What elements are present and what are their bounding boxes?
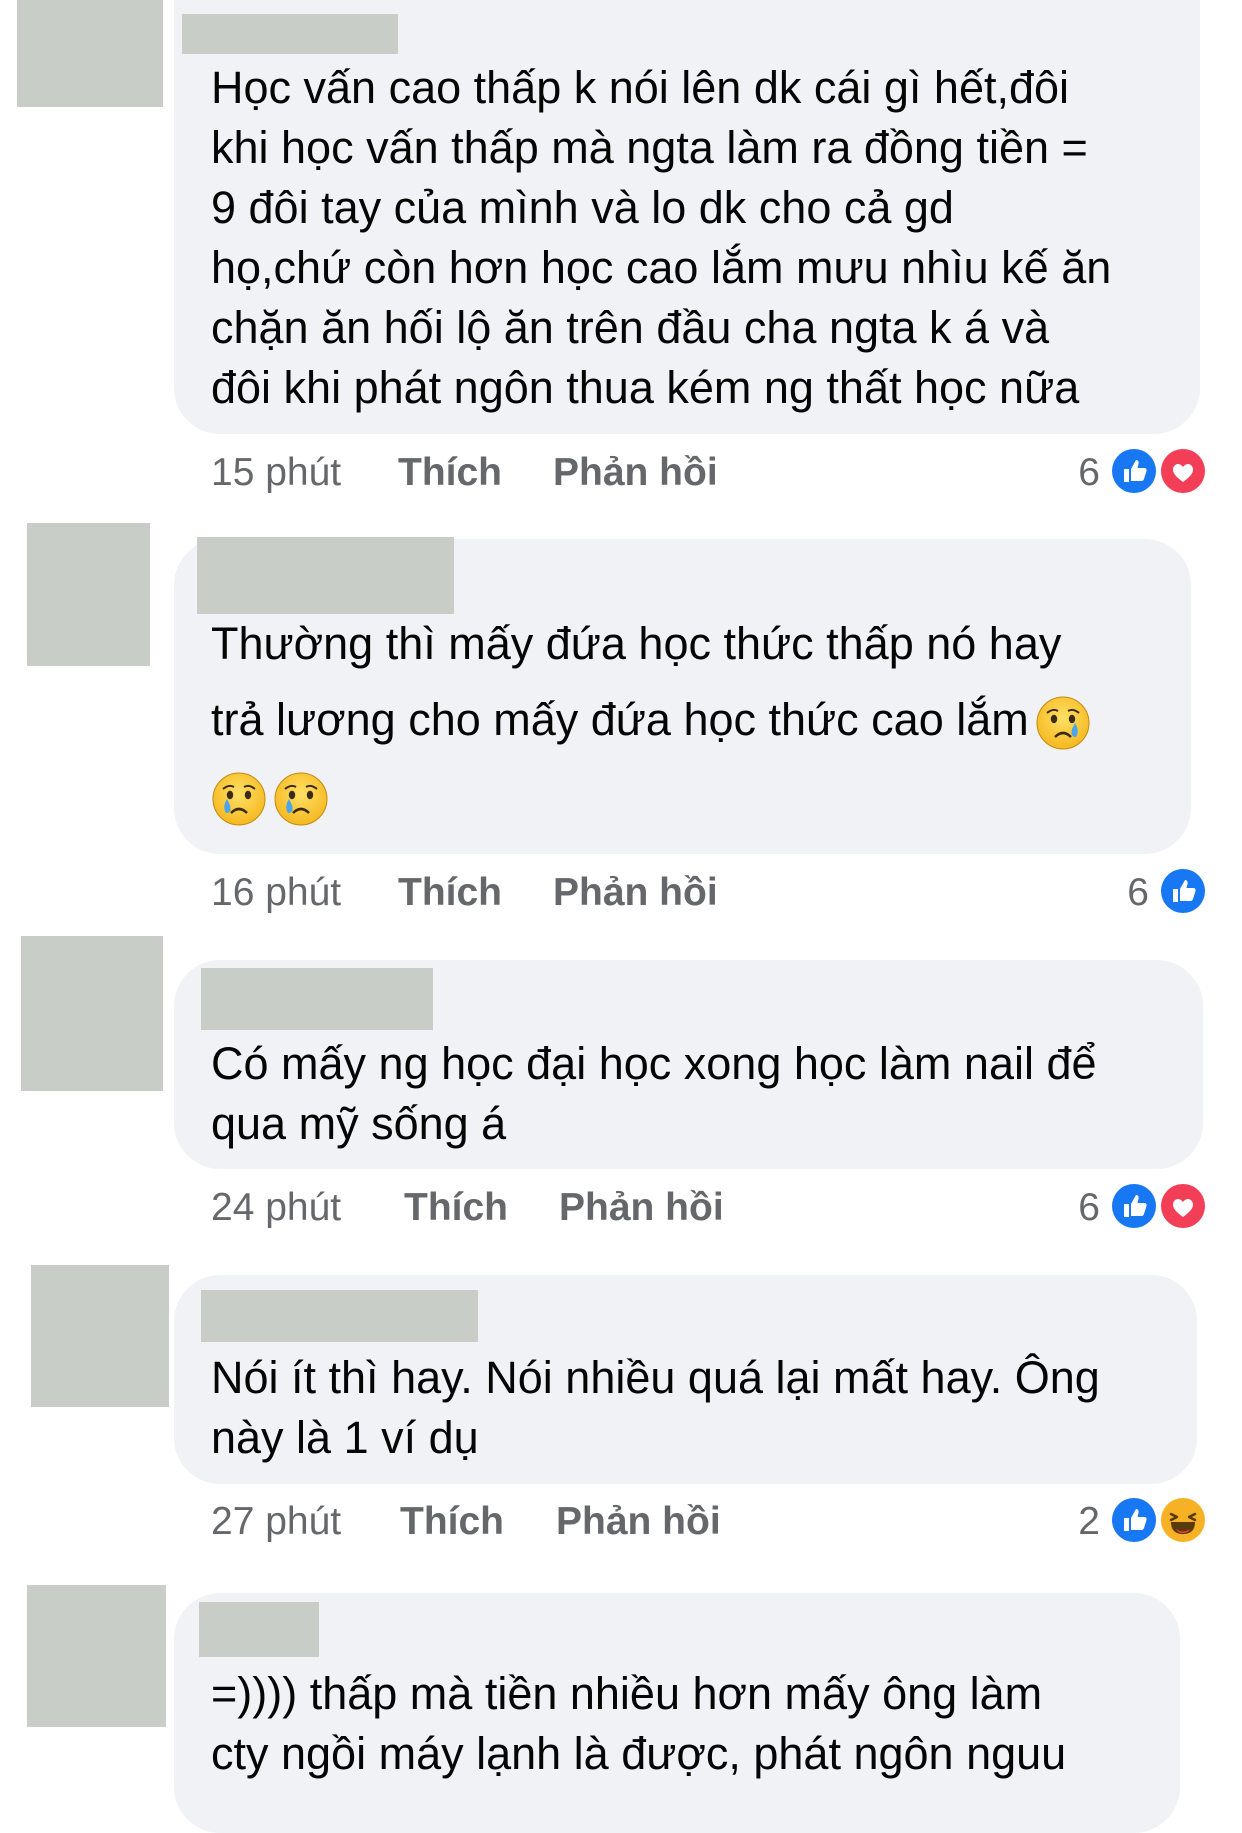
comment-text: Học vấn cao thấp k nói lên dk cái gì hết… <box>211 62 1112 413</box>
reaction-count[interactable]: 6 <box>1040 451 1100 495</box>
comment-text: Có mấy ng học đại học xong học làm nail … <box>211 1038 1097 1149</box>
love-icon[interactable] <box>1158 446 1208 496</box>
comment-timestamp[interactable]: 15 phút <box>211 451 341 495</box>
like-button[interactable]: Thích <box>404 1186 508 1230</box>
crying-face-emoji <box>273 771 329 827</box>
haha-icon[interactable] <box>1158 1495 1208 1545</box>
reply-button[interactable]: Phản hồi <box>559 1186 724 1230</box>
like-button[interactable]: Thích <box>398 451 502 495</box>
emoji-line <box>211 771 335 831</box>
love-icon[interactable] <box>1158 1181 1208 1231</box>
reaction-count[interactable]: 6 <box>1089 871 1149 915</box>
comment-timestamp[interactable]: 16 phút <box>211 871 341 915</box>
like-icon[interactable] <box>1109 1181 1159 1231</box>
avatar[interactable] <box>27 1585 166 1727</box>
commenter-name[interactable] <box>201 1290 478 1342</box>
like-icon[interactable] <box>1109 1495 1159 1545</box>
reply-button[interactable]: Phản hồi <box>553 871 718 915</box>
crying-face-emoji <box>211 771 267 827</box>
reaction-count[interactable]: 6 <box>1040 1186 1100 1230</box>
like-button[interactable]: Thích <box>398 871 502 915</box>
reaction-count[interactable]: 2 <box>1040 1500 1100 1544</box>
comment-text: =)))) thấp mà tiền nhiều hơn mấy ông làm… <box>211 1668 1067 1779</box>
avatar[interactable] <box>17 0 163 107</box>
reply-button[interactable]: Phản hồi <box>553 451 718 495</box>
comment-timestamp[interactable]: 24 phút <box>211 1186 341 1230</box>
commenter-name[interactable] <box>182 14 398 54</box>
commenter-name[interactable] <box>201 968 433 1030</box>
like-button[interactable]: Thích <box>400 1500 504 1544</box>
avatar[interactable] <box>27 523 150 666</box>
comment-text-content: Thường thì mấy đứa học thức thấp nó hay … <box>211 618 1062 745</box>
comment-text: Thường thì mấy đứa học thức thấp nó hay … <box>211 606 1091 758</box>
avatar[interactable] <box>31 1265 169 1407</box>
avatar[interactable] <box>21 936 163 1091</box>
like-icon[interactable] <box>1158 866 1208 916</box>
crying-face-emoji <box>1035 695 1091 751</box>
comment-timestamp[interactable]: 27 phút <box>211 1500 341 1544</box>
commenter-name[interactable] <box>197 537 454 614</box>
commenter-name[interactable] <box>199 1602 319 1657</box>
reply-button[interactable]: Phản hồi <box>556 1500 721 1544</box>
like-icon[interactable] <box>1109 446 1159 496</box>
comment-text: Nói ít thì hay. Nói nhiều quá lại mất ha… <box>211 1352 1100 1463</box>
